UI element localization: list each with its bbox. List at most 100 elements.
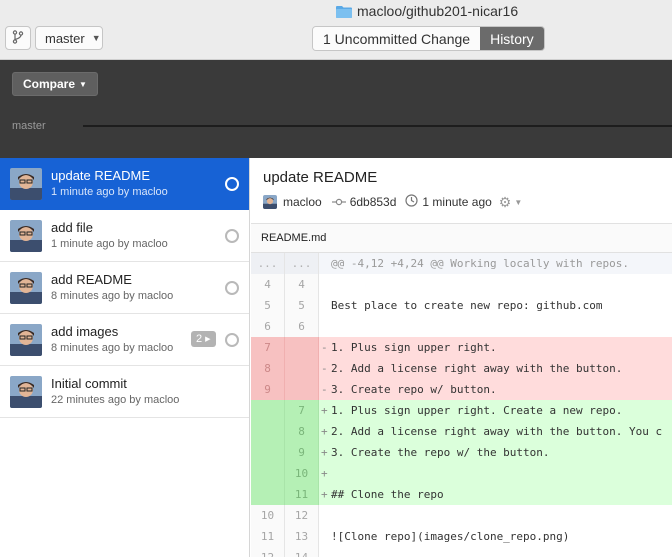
commit-title: add README — [51, 272, 132, 287]
compare-label: Compare — [23, 77, 76, 91]
diff-sign: + — [321, 446, 328, 459]
old-line-number: 8 — [251, 358, 285, 379]
old-line-number: 10 — [251, 505, 285, 526]
diff-line-text: ![Clone repo](images/clone_repo.png) — [331, 530, 570, 543]
diff-sign: + — [321, 425, 328, 438]
commit-meta: 8 minutes ago by macloo — [51, 342, 174, 354]
commit-meta: 22 minutes ago by macloo — [51, 394, 180, 406]
diff-line[interactable]: 9 -3. Create repo w/ button. — [251, 379, 672, 400]
tab-uncommitted-changes[interactable]: 1 Uncommitted Change — [313, 27, 481, 50]
commit-item[interactable]: add images 8 minutes ago by macloo 2 ▶ — [0, 314, 249, 366]
commit-item[interactable]: add README 8 minutes ago by macloo — [0, 262, 249, 314]
diff-line-content: -2. Add a license right away with the bu… — [319, 358, 672, 379]
diff-line-content: @@ -4,12 +4,24 @@ Working locally with r… — [319, 253, 672, 274]
branch-graph-button[interactable] — [5, 26, 31, 50]
branch-select[interactable]: master ▼ — [35, 26, 103, 50]
commit-sha[interactable]: 6db853d — [350, 195, 397, 209]
new-line-number: 12 — [285, 505, 319, 526]
diff-line-content: +3. Create the repo w/ the button. — [319, 442, 672, 463]
diff-line[interactable]: 44 — [251, 274, 672, 295]
diff-line-text: 3. Create repo w/ button. — [331, 383, 497, 396]
old-line-number: 6 — [251, 316, 285, 337]
repo-name: macloo/github201-nicar16 — [357, 3, 519, 19]
diff-line[interactable]: 10 12 — [251, 505, 672, 526]
commit-meta: 1 minute ago by macloo — [51, 238, 168, 250]
diff-line[interactable]: 5 5 Best place to create new repo: github.… — [251, 295, 672, 316]
branch-timeline[interactable] — [83, 125, 672, 127]
diff-line[interactable]: ...... @@ -4,12 +4,24 @@ Working locally … — [251, 253, 672, 274]
clock-icon — [405, 194, 419, 210]
diff-file-header[interactable]: README.md — [251, 223, 672, 253]
diff-line-content — [319, 547, 672, 557]
gear-icon[interactable]: ⚙ — [499, 194, 512, 211]
diff-line[interactable]: 11 + ## Clone the repo — [251, 484, 672, 505]
diff-line[interactable]: 8 +2. Add a license right away with the b… — [251, 421, 672, 442]
diff-line[interactable]: 7 +1. Plus sign upper right. Create a new… — [251, 400, 672, 421]
new-line-number — [285, 337, 319, 358]
commit-node-icon — [225, 281, 239, 295]
author-name[interactable]: macloo — [283, 195, 322, 209]
new-line-number: 8 — [285, 421, 319, 442]
view-switcher: 1 Uncommitted Change History — [312, 26, 545, 51]
commit-title: add file — [51, 220, 93, 235]
commit-title: update README — [51, 168, 150, 183]
commit-item[interactable]: Initial commit 22 minutes ago by macloo — [0, 366, 249, 418]
new-line-number: 14 — [285, 547, 319, 557]
old-line-number: ... — [251, 253, 285, 274]
diff-line-content: + — [319, 463, 672, 484]
diff-line[interactable]: 9 +3. Create the repo w/ the button. — [251, 442, 672, 463]
diff-line-text: 3. Create the repo w/ the button. — [331, 446, 550, 459]
new-line-number — [285, 379, 319, 400]
diff-line-text: Best place to create new repo: github.co… — [331, 299, 603, 312]
diff-line-content: -1. Plus sign upper right. — [319, 337, 672, 358]
diff-line[interactable]: 1214 — [251, 547, 672, 557]
commit-node-icon — [225, 229, 239, 243]
diff-line-content: -3. Create repo w/ button. — [319, 379, 672, 400]
new-line-number: 13 — [285, 526, 319, 547]
commit-item[interactable]: add file 1 minute ago by macloo — [0, 210, 249, 262]
chevron-down-icon[interactable]: ▼ — [514, 198, 522, 207]
new-line-number: 5 — [285, 295, 319, 316]
diff-view: ...... @@ -4,12 +4,24 @@ Working locally … — [251, 253, 672, 557]
commit-title: Initial commit — [51, 376, 127, 391]
tab-history[interactable]: History — [480, 27, 544, 50]
old-line-number: 9 — [251, 379, 285, 400]
new-line-number: 7 — [285, 400, 319, 421]
graph-branch-label: master — [12, 120, 46, 132]
badge-count: 2 — [196, 333, 203, 345]
old-line-number: 5 — [251, 295, 285, 316]
avatar — [10, 272, 42, 304]
chevron-down-icon: ▼ — [91, 33, 101, 43]
branch-select-label: master — [45, 30, 85, 46]
diff-line[interactable]: 8 -2. Add a license right away with the b… — [251, 358, 672, 379]
diff-line-text: 1. Plus sign upper right. — [331, 341, 497, 354]
diff-line[interactable]: 66 — [251, 316, 672, 337]
diff-sign: - — [321, 341, 328, 354]
diff-line-content: + ## Clone the repo — [319, 484, 672, 505]
diff-sign: + — [321, 404, 328, 417]
new-line-number: 4 — [285, 274, 319, 295]
commit-item[interactable]: update README 1 minute ago by macloo — [0, 158, 249, 210]
new-line-number: 11 — [285, 484, 319, 505]
commit-detail-title: update README — [263, 169, 378, 186]
diff-line[interactable]: 10 + — [251, 463, 672, 484]
commit-meta: 1 minute ago by macloo — [51, 186, 168, 198]
window-title: macloo/github201-nicar16 — [336, 2, 518, 20]
diff-line[interactable]: 7 -1. Plus sign upper right. — [251, 337, 672, 358]
merge-count-badge[interactable]: 2 ▶ — [191, 331, 216, 347]
caret-down-icon: ▼ — [79, 79, 87, 89]
old-line-number: 4 — [251, 274, 285, 295]
toolbar: macloo/github201-nicar16 master ▼ 1 Unco… — [0, 0, 672, 60]
triangle-right-icon: ▶ — [205, 336, 211, 343]
diff-file-name: README.md — [261, 232, 327, 244]
diff-line-content: +1. Plus sign upper right. Create a new … — [319, 400, 672, 421]
diff-line[interactable]: 11 13 ![Clone repo](images/clone_repo.png) — [251, 526, 672, 547]
diff-line-text: 2. Add a license right away with the but… — [331, 362, 623, 375]
compare-button[interactable]: Compare ▼ — [12, 72, 98, 96]
diff-line-content: +2. Add a license right away with the bu… — [319, 421, 672, 442]
new-line-number: ... — [285, 253, 319, 274]
diff-line-content: Best place to create new repo: github.co… — [319, 295, 672, 316]
branch-icon — [12, 29, 24, 47]
commit-detail: update README macloo 6db853d 1 minute ag… — [251, 158, 672, 557]
old-line-number — [251, 484, 285, 505]
